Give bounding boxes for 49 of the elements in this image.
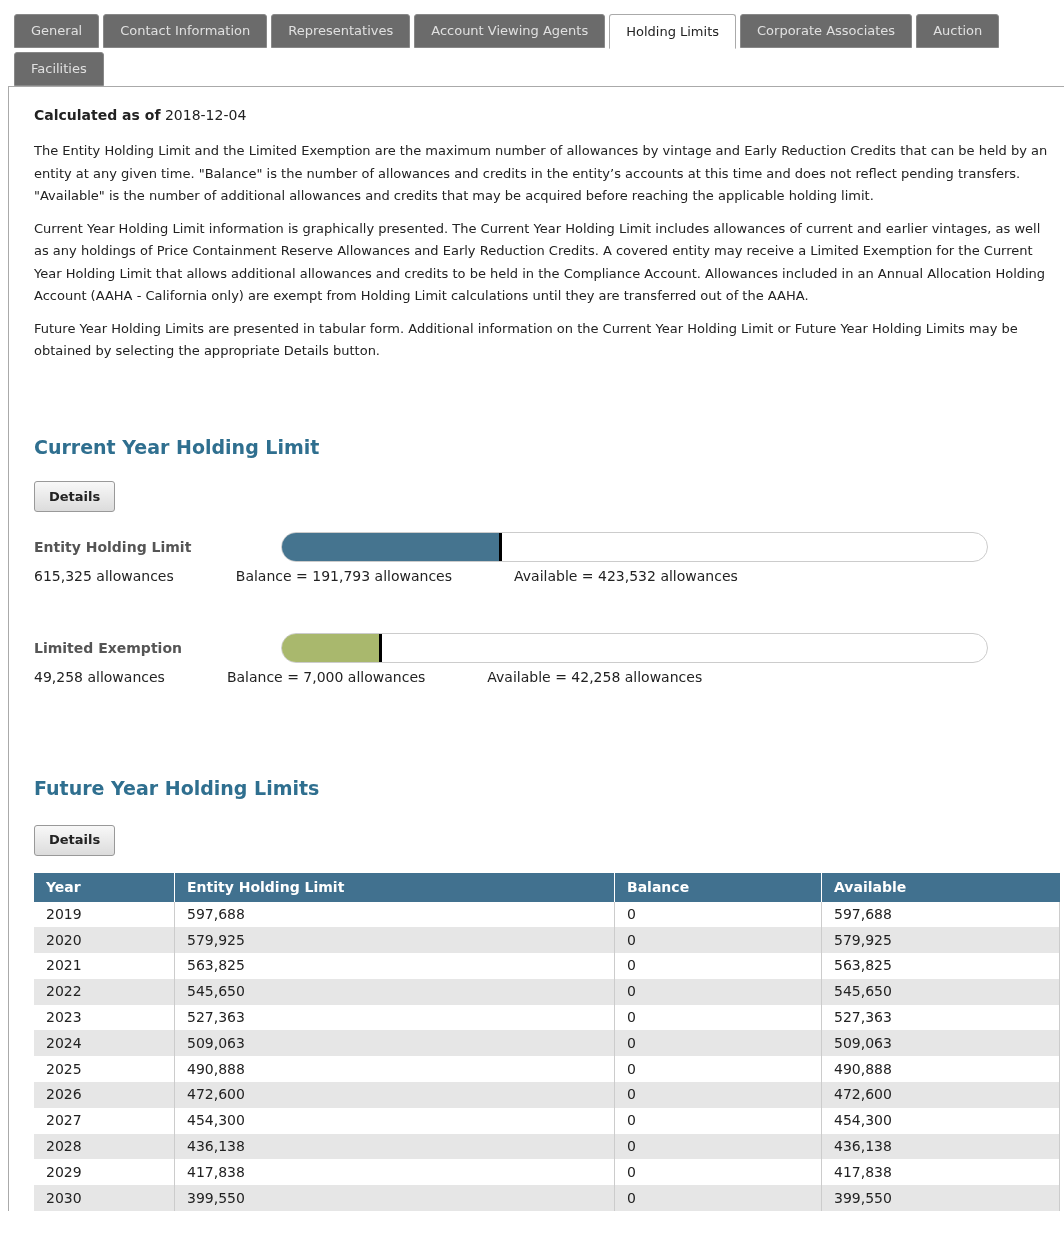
limit-label: Entity Holding Limit bbox=[34, 537, 193, 557]
description-paragraph: The Entity Holding Limit and the Limited Exemption are the maximum number of allowances by vintage and Early Reduction Credits that can be held by an entity at any given time. "Balance" is the number of allowances and credits in the entity’s accounts at this time and does not reflect pending transfers. "Available" is the number of additional allowances and credits that may be acquired before reaching the applicable holding limit. bbox=[34, 142, 1049, 205]
section-heading: Current Year Holding Limit bbox=[34, 434, 321, 460]
tab[interactable]: Account Viewing Agents bbox=[414, 14, 606, 48]
table-cell: 545,650 bbox=[175, 978, 615, 1005]
balance-text: Balance = 7,000 allowances bbox=[226, 668, 426, 687]
available-text: Available = 423,532 allowances bbox=[514, 567, 738, 586]
details-button[interactable]: Details bbox=[34, 824, 116, 856]
table-cell: 0 bbox=[615, 1185, 822, 1212]
column-header: Available bbox=[833, 877, 908, 897]
table-cell: 0 bbox=[615, 978, 822, 1005]
tab[interactable]: Contact Information bbox=[103, 14, 268, 48]
description-paragraph: Future Year Holding Limits are presented in tabular form. Additional information on the Current Year Holding Limit or Future Year Holding Limits may be obtained by selecting the appropriate Details button. bbox=[34, 319, 1019, 360]
section-heading: Future Year Holding Limits bbox=[34, 776, 321, 801]
table-cell: 2027 bbox=[34, 1107, 175, 1134]
tab[interactable]: Representatives bbox=[271, 14, 411, 48]
table-cell: 0 bbox=[615, 953, 822, 979]
limit-total: 49,258 allowances bbox=[34, 668, 165, 687]
table-cell: 472,600 bbox=[175, 1082, 615, 1108]
tab[interactable]: Corporate Associates bbox=[740, 14, 913, 48]
table-cell: 0 bbox=[615, 1107, 822, 1134]
table-cell: 563,825 bbox=[822, 953, 1060, 979]
table-cell: 399,550 bbox=[822, 1185, 1060, 1212]
table-cell: 399,550 bbox=[175, 1185, 615, 1212]
description-paragraph: Current Year Holding Limit information is graphically presented. The Current Year Holding Limit includes allowances of current and earlier vintages, as well as any holdings of Price Containment Reserve Allowances and Early Reduction Credits. A covered entity may receive a Limited Exemption for the Current Year Holding Limit that allows additional allowances and credits to be held in the Compliance Account. Allowances included in an Annual Allocation Holding Account (AAHA - California only) are exempt from Holding Limit calculations until they are transferred out of the AAHA. bbox=[34, 219, 1047, 305]
tab[interactable]: Holding Limits bbox=[609, 14, 736, 49]
calculated-label: Calculated as of bbox=[34, 107, 161, 123]
column-header: Balance bbox=[615, 872, 822, 902]
table-cell: 472,600 bbox=[822, 1082, 1060, 1108]
limit-label: Limited Exemption bbox=[34, 638, 183, 658]
column-header: Entity Holding Limit bbox=[175, 872, 615, 902]
calculated-date: 2018-12-04 bbox=[164, 107, 247, 123]
tab[interactable]: General bbox=[14, 14, 100, 48]
tab[interactable]: Auction bbox=[916, 14, 1000, 48]
available-text: Available = 42,258 allowances bbox=[487, 668, 703, 687]
table-cell: 563,825 bbox=[175, 953, 615, 979]
table-cell: 2022 bbox=[34, 978, 175, 1005]
table-cell: 2030 bbox=[34, 1185, 175, 1212]
table-cell: 545,650 bbox=[822, 978, 1060, 1005]
tab[interactable]: Facilities bbox=[14, 52, 104, 86]
table-cell: 0 bbox=[615, 1082, 822, 1108]
limit-total: 615,325 allowances bbox=[34, 567, 174, 586]
balance-text: Balance = 191,793 allowances bbox=[235, 567, 453, 586]
table-cell: 454,300 bbox=[822, 1107, 1060, 1134]
table-cell: 454,300 bbox=[175, 1107, 615, 1134]
table-cell: 2021 bbox=[34, 953, 175, 979]
column-header: Year bbox=[34, 872, 175, 902]
details-button[interactable]: Details bbox=[34, 481, 116, 512]
table-cell: 2026 bbox=[34, 1082, 175, 1108]
